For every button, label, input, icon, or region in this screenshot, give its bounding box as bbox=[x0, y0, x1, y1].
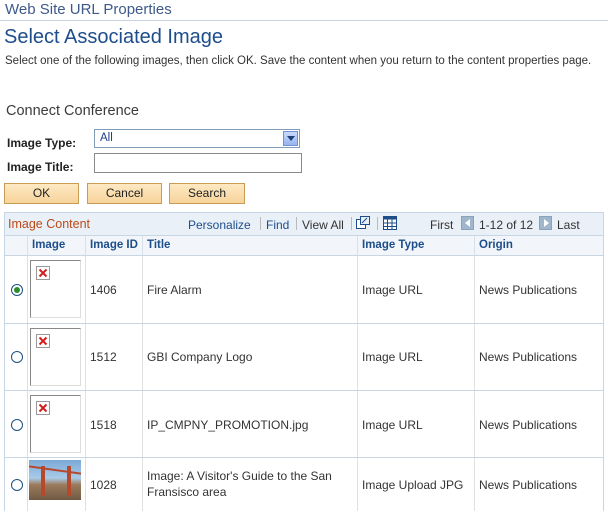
instructions-text: Select one of the following images, then… bbox=[5, 55, 592, 67]
chevron-down-icon[interactable] bbox=[283, 131, 298, 146]
page-title: Select Associated Image bbox=[4, 26, 224, 48]
image-type-value: All bbox=[100, 132, 113, 144]
golden-gate-bridge-photo bbox=[29, 460, 81, 500]
image-title-line: Fransisco area bbox=[147, 485, 227, 499]
row-select-radio[interactable] bbox=[11, 351, 23, 363]
image-title-line: Image: A Visitor's Guide to the San bbox=[147, 469, 332, 483]
row-range: 1-12 of 12 bbox=[479, 218, 534, 232]
broken-image-icon bbox=[30, 260, 81, 318]
toolbar-divider bbox=[351, 217, 352, 230]
image-title: IP_CMPNY_PROMOTION.jpg bbox=[147, 418, 309, 432]
broken-image-icon bbox=[36, 401, 50, 415]
view-all-link[interactable]: View All bbox=[302, 218, 344, 232]
image-type: Image URL bbox=[362, 350, 423, 364]
personalize-link[interactable]: Personalize bbox=[188, 218, 251, 232]
grid-title: Image Content bbox=[8, 217, 90, 231]
toolbar-divider bbox=[260, 217, 261, 230]
image-type: Image URL bbox=[362, 283, 423, 297]
title-divider bbox=[0, 20, 608, 21]
column-header-image[interactable]: Image bbox=[28, 236, 86, 256]
column-header-origin[interactable]: Origin bbox=[475, 236, 603, 256]
table-row[interactable]: 1512 GBI Company Logo Image URL News Pub… bbox=[5, 324, 603, 391]
image-title: GBI Company Logo bbox=[147, 350, 253, 364]
column-header-select bbox=[5, 236, 28, 256]
toolbar-divider bbox=[377, 217, 378, 230]
image-origin: News Publications bbox=[479, 283, 578, 297]
previous-arrow-icon[interactable] bbox=[461, 216, 474, 230]
broken-image-icon bbox=[30, 395, 81, 453]
table-row[interactable]: 1028 Image: A Visitor's Guide to the San… bbox=[5, 458, 603, 511]
section-title: Connect Conference bbox=[6, 103, 139, 119]
cancel-button[interactable]: Cancel bbox=[87, 183, 162, 204]
image-id: 1512 bbox=[90, 350, 117, 364]
image-id: 1406 bbox=[90, 283, 117, 297]
broken-image-icon bbox=[36, 266, 50, 280]
image-origin: News Publications bbox=[479, 418, 578, 432]
column-header-image-id[interactable]: Image ID bbox=[86, 236, 143, 256]
row-select-radio[interactable] bbox=[11, 419, 23, 431]
image-type-select[interactable]: All bbox=[94, 129, 300, 148]
toolbar-divider bbox=[296, 217, 297, 230]
table-row[interactable]: 1406 Fire Alarm Image URL News Publicati… bbox=[5, 256, 603, 324]
grid-toolbar: Image Content Personalize Find View All … bbox=[5, 213, 603, 236]
image-content-grid: Image Content Personalize Find View All … bbox=[4, 212, 604, 511]
table-row[interactable]: 1518 IP_CMPNY_PROMOTION.jpg Image URL Ne… bbox=[5, 391, 603, 458]
column-header-title[interactable]: Title bbox=[143, 236, 358, 256]
first-link[interactable]: First bbox=[430, 218, 453, 232]
next-arrow-icon[interactable] bbox=[539, 216, 552, 230]
download-grid-icon[interactable] bbox=[383, 216, 397, 230]
image-type: Image Upload JPG bbox=[362, 478, 464, 492]
image-id: 1028 bbox=[90, 478, 117, 492]
image-title-input[interactable] bbox=[94, 153, 302, 173]
new-window-icon[interactable] bbox=[356, 216, 370, 229]
image-type-label: Image Type: bbox=[7, 136, 77, 150]
image-title: Fire Alarm bbox=[147, 283, 202, 297]
window-title: Web Site URL Properties bbox=[5, 1, 172, 18]
image-origin: News Publications bbox=[479, 478, 578, 492]
row-select-radio[interactable] bbox=[11, 284, 23, 296]
row-select-radio[interactable] bbox=[11, 479, 23, 491]
ok-button[interactable]: OK bbox=[4, 183, 79, 204]
image-type: Image URL bbox=[362, 418, 423, 432]
image-origin: News Publications bbox=[479, 350, 578, 364]
broken-image-icon bbox=[30, 328, 81, 386]
find-link[interactable]: Find bbox=[266, 218, 289, 232]
image-id: 1518 bbox=[90, 418, 117, 432]
image-title-label: Image Title: bbox=[7, 160, 74, 174]
broken-image-icon bbox=[36, 334, 50, 348]
column-header-image-type[interactable]: Image Type bbox=[358, 236, 475, 256]
search-button[interactable]: Search bbox=[169, 183, 245, 204]
last-link[interactable]: Last bbox=[557, 218, 580, 232]
